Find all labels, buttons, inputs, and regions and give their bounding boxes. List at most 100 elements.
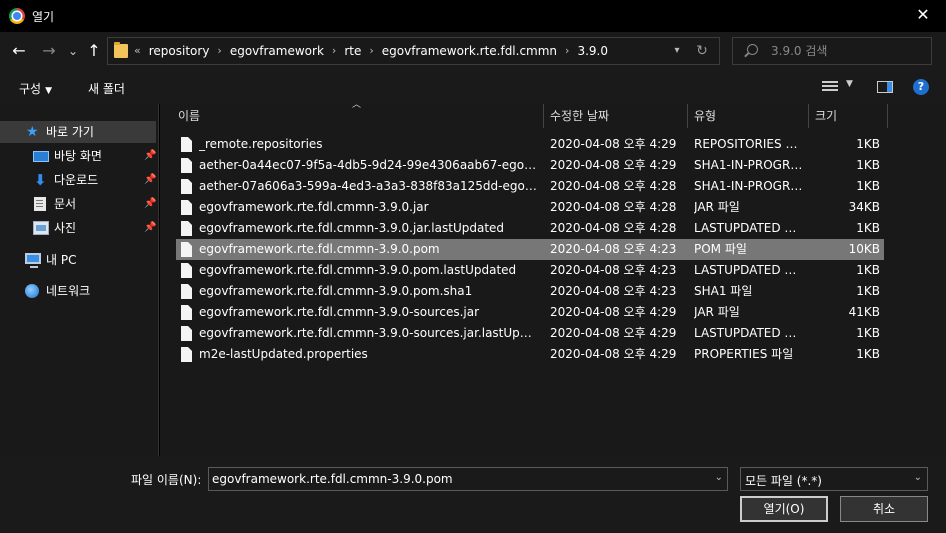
table-row[interactable]: egovframework.rte.fdl.cmmn-3.9.0.jar 202… — [176, 197, 884, 218]
file-name: m2e-lastUpdated.properties — [199, 347, 368, 361]
search-box[interactable] — [732, 37, 932, 65]
file-type-filter[interactable]: 모든 파일 (*.*) ⌄ — [740, 467, 928, 491]
filename-combobox[interactable]: ⌄ — [208, 467, 728, 491]
sidebar-item-network[interactable]: 네트워크 — [0, 280, 156, 302]
chevron-down-icon[interactable]: ▾ — [667, 38, 687, 64]
file-size: 1KB — [856, 137, 880, 151]
file-name: egovframework.rte.fdl.cmmn-3.9.0-sources… — [199, 305, 480, 319]
column-divider[interactable] — [808, 104, 809, 128]
column-header-date[interactable]: 수정한 날짜 — [550, 104, 609, 128]
table-row-selected[interactable]: egovframework.rte.fdl.cmmn-3.9.0.pom 202… — [176, 239, 884, 260]
file-size: 1KB — [856, 347, 880, 361]
breadcrumb-egovframework[interactable]: egovframework — [230, 38, 324, 64]
table-row[interactable]: egovframework.rte.fdl.cmmn-3.9.0.pom.sha… — [176, 281, 884, 302]
file-name: egovframework.rte.fdl.cmmn-3.9.0.jar.las… — [199, 221, 505, 235]
sidebar-item-this-pc[interactable]: 내 PC — [0, 249, 156, 271]
chevron-right-icon[interactable]: › — [332, 38, 336, 64]
file-type: LASTUPDATED 파일 — [694, 221, 804, 235]
pin-icon[interactable]: 📌 — [144, 193, 156, 215]
file-size: 1KB — [856, 158, 880, 172]
file-size: 1KB — [856, 284, 880, 298]
open-button[interactable]: 열기(O) — [740, 496, 828, 522]
up-button[interactable]: ↑ — [86, 40, 102, 62]
chevron-down-icon[interactable]: ▼ — [846, 79, 853, 89]
file-size: 34KB — [848, 200, 880, 214]
column-header-size[interactable]: 크기 — [815, 104, 837, 128]
pin-icon[interactable]: 📌 — [144, 145, 156, 167]
breadcrumb: « repository › egovframework › rte › ego… — [134, 38, 608, 64]
forward-button[interactable]: → — [40, 40, 58, 62]
chevron-down-icon: ▼ — [45, 86, 53, 96]
chevron-down-icon[interactable]: ⌄ — [914, 472, 922, 483]
file-name: egovframework.rte.fdl.cmmn-3.9.0.pom.sha… — [199, 284, 473, 298]
file-date: 2020-04-08 오후 4:29 — [550, 305, 677, 319]
sidebar-item-desktop[interactable]: 바탕 화면 📌 — [0, 145, 156, 167]
table-row[interactable]: aether-07a606a3-599a-4ed3-a3a3-838f83a12… — [176, 176, 884, 197]
file-icon — [181, 221, 192, 236]
file-icon — [181, 305, 192, 320]
file-icon — [181, 179, 192, 194]
navigation-pane: ★ 바로 가기 바탕 화면 📌 ⬇ 다운로드 📌 문서 📌 사진 📌 내 PC … — [0, 104, 159, 456]
column-divider[interactable] — [687, 104, 688, 128]
file-list: ︿ 이름 수정한 날짜 유형 크기 _remote.repositories 2… — [160, 100, 946, 456]
pictures-icon — [33, 221, 49, 235]
table-row[interactable]: egovframework.rte.fdl.cmmn-3.9.0-sources… — [176, 302, 884, 323]
file-type: SHA1-IN-PROGRESS 파일 — [694, 179, 804, 193]
file-size: 1KB — [856, 326, 880, 340]
pin-icon[interactable]: 📌 — [144, 169, 156, 191]
close-button[interactable]: ✕ — [900, 0, 946, 32]
sidebar-item-label: 바탕 화면 — [54, 149, 102, 163]
column-divider[interactable] — [887, 104, 888, 128]
table-row[interactable]: egovframework.rte.fdl.cmmn-3.9.0.pom.las… — [176, 260, 884, 281]
chevron-right-icon[interactable]: › — [217, 38, 221, 64]
sidebar-item-downloads[interactable]: ⬇ 다운로드 📌 — [0, 169, 156, 191]
table-row[interactable]: egovframework.rte.fdl.cmmn-3.9.0-sources… — [176, 323, 884, 344]
file-size: 41KB — [848, 305, 880, 319]
refresh-button[interactable]: ↻ — [691, 38, 713, 64]
file-date: 2020-04-08 오후 4:29 — [550, 347, 677, 361]
file-name: egovframework.rte.fdl.cmmn-3.9.0-sources… — [199, 326, 539, 340]
file-name: aether-0a44ec07-9f5a-4db5-9d24-99e4306aa… — [199, 158, 539, 172]
file-size: 1KB — [856, 179, 880, 193]
column-header-type[interactable]: 유형 — [694, 104, 716, 128]
table-row[interactable]: m2e-lastUpdated.properties 2020-04-08 오후… — [176, 344, 884, 365]
breadcrumb-version[interactable]: 3.9.0 — [577, 38, 608, 64]
file-name: aether-07a606a3-599a-4ed3-a3a3-838f83a12… — [199, 179, 539, 193]
filename-input[interactable] — [212, 471, 702, 487]
file-size: 1KB — [856, 263, 880, 277]
address-bar[interactable]: « repository › egovframework › rte › ego… — [107, 37, 720, 65]
file-date: 2020-04-08 오후 4:23 — [550, 284, 677, 298]
view-options-icon[interactable] — [822, 81, 838, 93]
table-row[interactable]: _remote.repositories 2020-04-08 오후 4:29 … — [176, 134, 884, 155]
help-icon[interactable]: ? — [913, 79, 929, 95]
file-name: egovframework.rte.fdl.cmmn-3.9.0.jar — [199, 200, 429, 214]
breadcrumb-rte[interactable]: rte — [344, 38, 361, 64]
file-date: 2020-04-08 오후 4:29 — [550, 158, 677, 172]
file-date: 2020-04-08 오후 4:29 — [550, 326, 677, 340]
chevron-right-icon[interactable]: › — [369, 38, 373, 64]
cancel-button[interactable]: 취소 — [840, 496, 928, 522]
search-input[interactable] — [771, 42, 921, 60]
pin-icon[interactable]: 📌 — [144, 217, 156, 239]
breadcrumb-cmmn[interactable]: egovframework.rte.fdl.cmmn — [382, 38, 557, 64]
preview-pane-icon[interactable] — [877, 81, 893, 93]
organize-button[interactable]: 구성 ▼ — [19, 80, 52, 97]
recent-locations-button[interactable]: ⌄ — [67, 40, 79, 62]
table-row[interactable]: egovframework.rte.fdl.cmmn-3.9.0.jar.las… — [176, 218, 884, 239]
new-folder-button[interactable]: 새 폴더 — [88, 80, 125, 97]
file-type: REPOSITORIES 파일 — [694, 137, 804, 151]
column-divider[interactable] — [543, 104, 544, 128]
file-size: 1KB — [856, 221, 880, 235]
sidebar-item-quick-access[interactable]: ★ 바로 가기 — [0, 121, 156, 143]
back-button[interactable]: ← — [10, 40, 28, 62]
table-row[interactable]: aether-0a44ec07-9f5a-4db5-9d24-99e4306aa… — [176, 155, 884, 176]
file-name: _remote.repositories — [199, 137, 323, 151]
column-header-name[interactable]: 이름 — [178, 104, 200, 128]
chevron-right-icon[interactable]: › — [565, 38, 569, 64]
file-date: 2020-04-08 오후 4:28 — [550, 200, 677, 214]
breadcrumb-repository[interactable]: repository — [149, 38, 210, 64]
sidebar-item-documents[interactable]: 문서 📌 — [0, 193, 156, 215]
breadcrumb-overflow[interactable]: « — [134, 38, 141, 64]
chevron-down-icon[interactable]: ⌄ — [715, 472, 723, 483]
sidebar-item-pictures[interactable]: 사진 📌 — [0, 217, 156, 239]
